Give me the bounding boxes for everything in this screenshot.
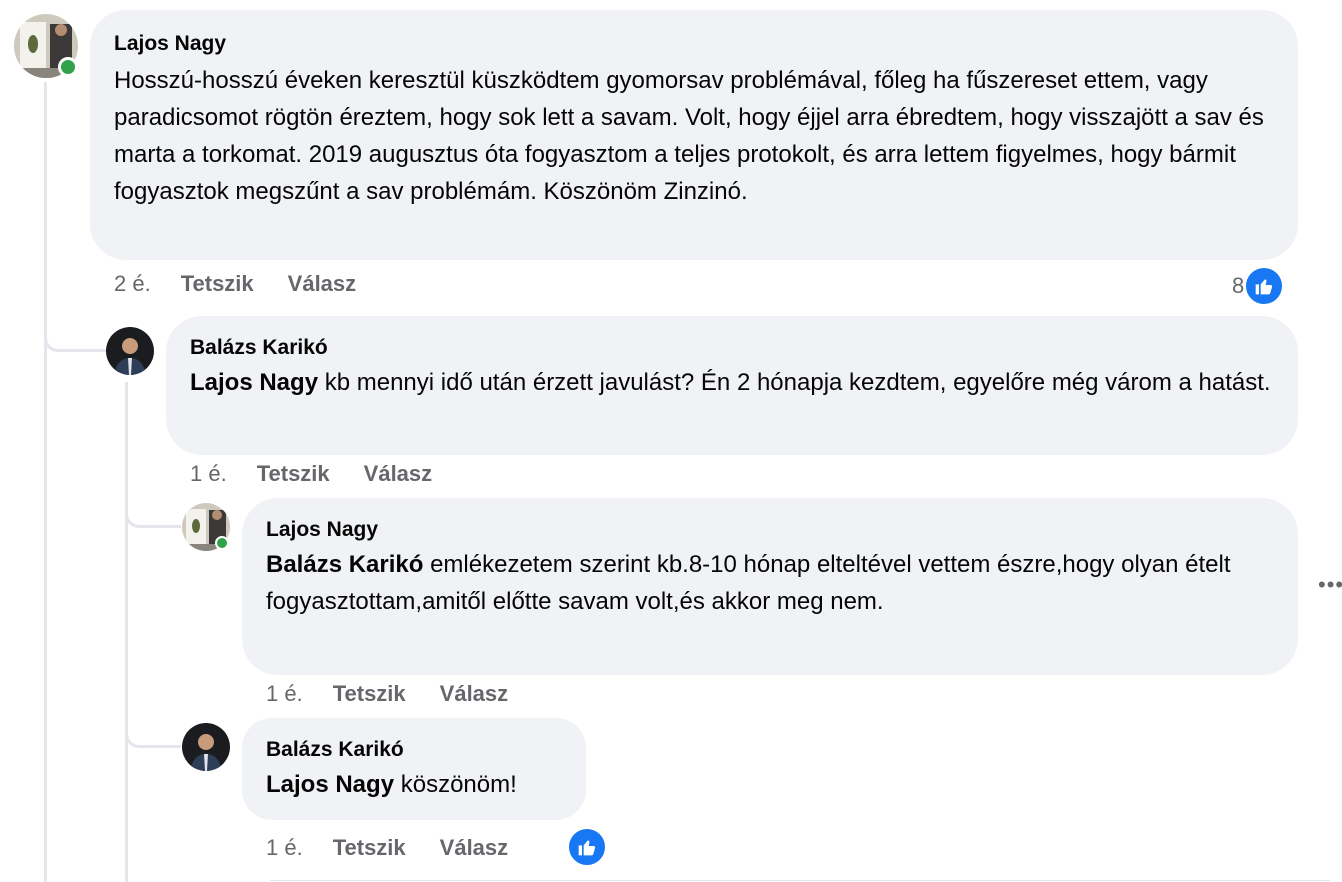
- thread-line-nested: [125, 382, 128, 882]
- comment-text: Lajos Nagy kb mennyi idő után érzett jav…: [190, 364, 1274, 401]
- thread-elbow-reply-2: [125, 480, 181, 528]
- comment-text: Hosszú-hosszú éveken keresztül küszködte…: [114, 67, 1264, 205]
- avatar-lajos-nagy[interactable]: [14, 14, 78, 78]
- like-button[interactable]: Tetszik: [181, 270, 254, 298]
- comment-body: kb mennyi idő után érzett javulást? Én 2…: [318, 369, 1271, 396]
- comment-text: Lajos Nagy köszönöm!: [266, 766, 562, 803]
- thread-elbow-reply-3: [125, 700, 181, 748]
- reply-button[interactable]: Válasz: [288, 270, 357, 298]
- avatar-balazs-kariko[interactable]: [106, 327, 154, 375]
- comment-author[interactable]: Balázs Karikó: [190, 334, 1274, 362]
- comment-actions: 1 é. Tetszik Válasz: [266, 834, 542, 862]
- online-status-dot: [215, 536, 229, 550]
- avatar-balazs-kariko[interactable]: [182, 723, 230, 771]
- comment-time[interactable]: 1 é.: [266, 680, 303, 708]
- comment-time[interactable]: 1 é.: [190, 460, 227, 488]
- comment-text: Balázs Karikó emlékezetem szerint kb.8-1…: [266, 546, 1274, 620]
- avatar-lajos-nagy[interactable]: [182, 503, 230, 551]
- comment-time[interactable]: 1 é.: [266, 834, 303, 862]
- mention-link[interactable]: Lajos Nagy: [266, 771, 394, 798]
- reaction-count: 8: [1232, 273, 1245, 298]
- like-thumb-icon: [1244, 266, 1285, 306]
- thread-line-main: [44, 82, 47, 882]
- comment-author[interactable]: Lajos Nagy: [266, 516, 1274, 544]
- comment-bubble: Lajos Nagy Hosszú-hosszú éveken keresztü…: [90, 10, 1298, 260]
- online-status-dot: [58, 57, 78, 77]
- reaction-summary[interactable]: 8: [1232, 266, 1285, 306]
- reply-button[interactable]: Válasz: [440, 834, 509, 862]
- reply-button[interactable]: Válasz: [440, 680, 509, 708]
- thread-elbow-reply-1: [44, 300, 108, 352]
- reply-button[interactable]: Válasz: [364, 460, 433, 488]
- comment-author[interactable]: Lajos Nagy: [114, 30, 1274, 58]
- like-button[interactable]: Tetszik: [333, 680, 406, 708]
- like-thumb-icon[interactable]: [567, 827, 607, 867]
- comment-time[interactable]: 2 é.: [114, 270, 151, 298]
- mention-link[interactable]: Lajos Nagy: [190, 369, 318, 396]
- comment-actions: 2 é. Tetszik Válasz: [114, 270, 390, 298]
- divider: [270, 880, 1330, 881]
- like-button[interactable]: Tetszik: [257, 460, 330, 488]
- comment-bubble: Lajos Nagy Balázs Karikó emlékezetem sze…: [242, 498, 1298, 675]
- comment-actions: 1 é. Tetszik Válasz: [190, 460, 466, 488]
- comment-author[interactable]: Balázs Karikó: [266, 736, 562, 764]
- mention-link[interactable]: Balázs Karikó: [266, 551, 423, 578]
- like-button[interactable]: Tetszik: [333, 834, 406, 862]
- comment-bubble: Balázs Karikó Lajos Nagy kb mennyi idő u…: [166, 316, 1298, 455]
- comment-actions: 1 é. Tetszik Válasz: [266, 680, 542, 708]
- comment-bubble: Balázs Karikó Lajos Nagy köszönöm!: [242, 718, 586, 820]
- more-horizontal-icon[interactable]: •••: [1318, 572, 1342, 598]
- comment-body: köszönöm!: [394, 771, 517, 798]
